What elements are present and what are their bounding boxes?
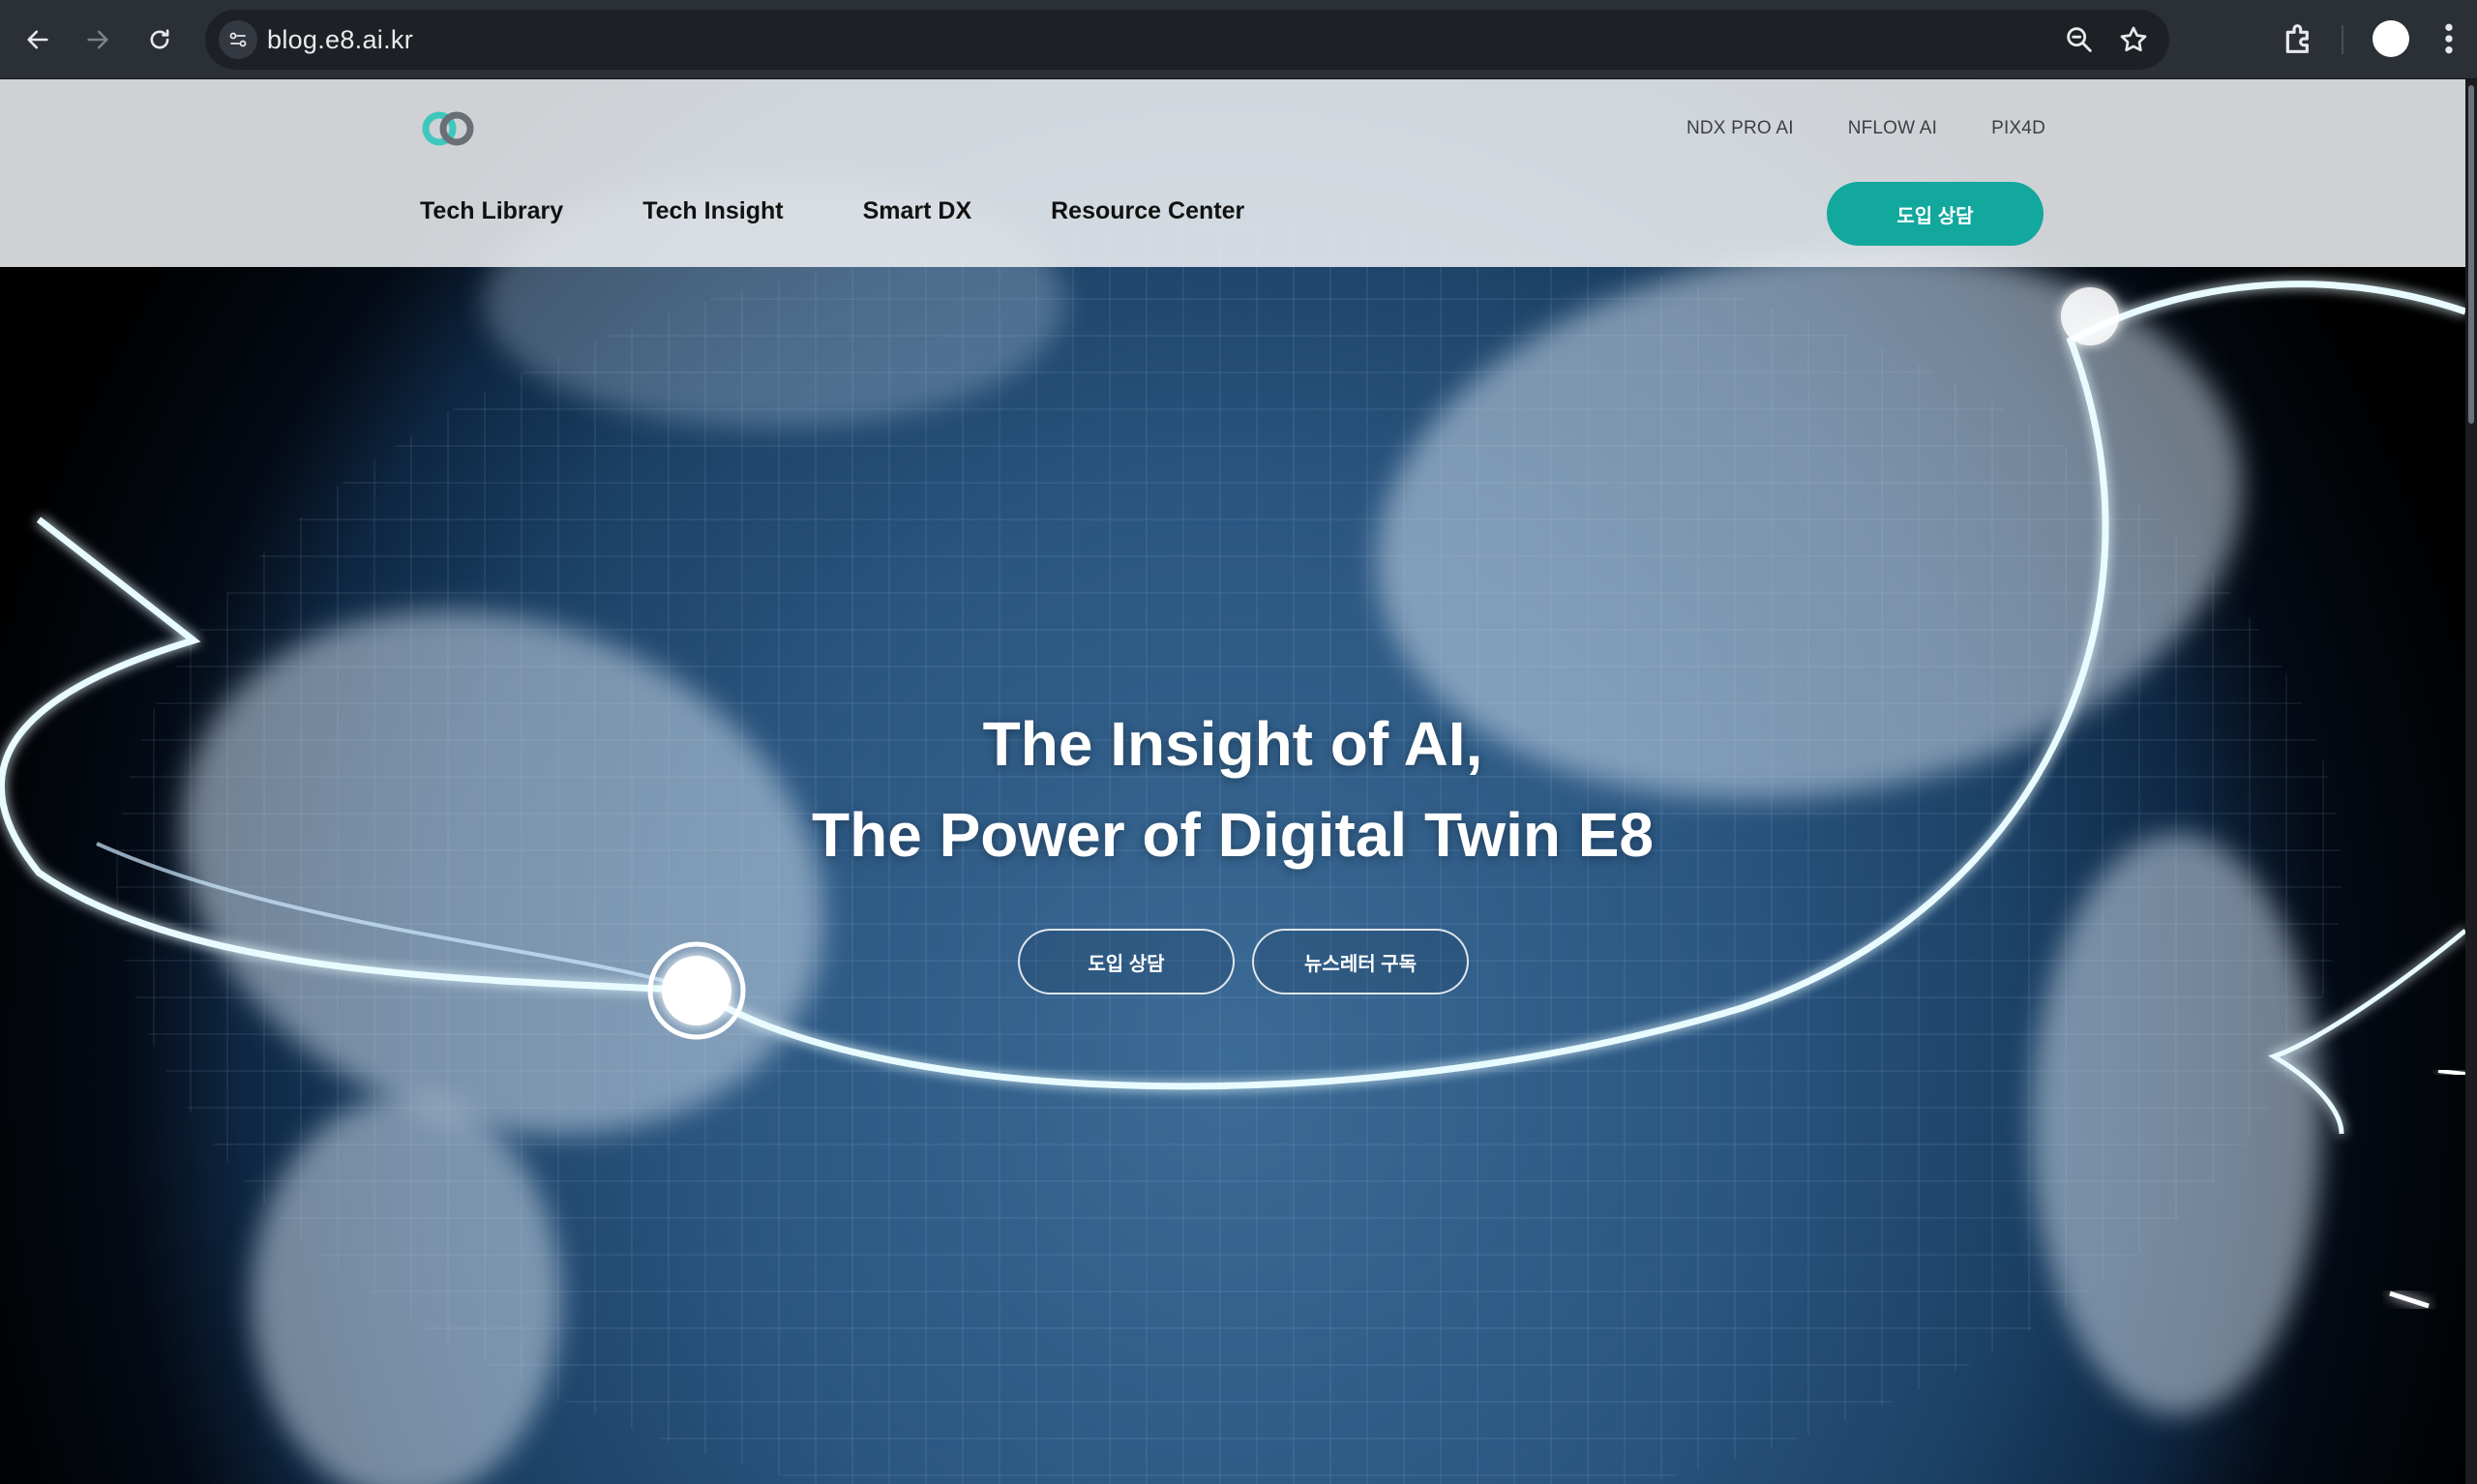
reload-button[interactable] <box>137 17 182 62</box>
globe-landmass-south-america-tip <box>252 1095 561 1484</box>
nav-item-smart-dx[interactable]: Smart DX <box>863 197 972 225</box>
bookmark-star-icon[interactable] <box>2117 23 2150 56</box>
utility-nav: NDX PRO AI NFLOW AI PIX4D <box>1686 118 2045 139</box>
util-link-ndx-pro-ai[interactable]: NDX PRO AI <box>1686 118 1794 139</box>
util-link-nflow-ai[interactable]: NFLOW AI <box>1848 118 1937 139</box>
browser-toolbar: blog.e8.ai.kr <box>0 0 2477 79</box>
hero-title-line2: The Power of Digital Twin E8 <box>812 800 1654 870</box>
page-scrollbar[interactable] <box>2465 79 2477 1484</box>
forward-button[interactable] <box>75 17 120 62</box>
zoom-icon[interactable] <box>2063 23 2096 56</box>
arrow-left-icon <box>27 30 48 49</box>
hero-buttons: 도입 상담 뉴스레터 구독 <box>1018 929 1469 994</box>
page-viewport: NDX PRO AI NFLOW AI PIX4D Tech Library T… <box>0 79 2465 1484</box>
util-link-pix4d[interactable]: PIX4D <box>1991 118 2045 139</box>
nav-item-tech-insight[interactable]: Tech Insight <box>642 197 783 225</box>
profile-avatar[interactable] <box>2373 20 2409 57</box>
arrow-right-icon <box>87 30 108 49</box>
header-consult-button[interactable]: 도입 상담 <box>1827 182 2044 246</box>
back-button[interactable] <box>15 17 60 62</box>
hero-title: The Insight of AI, The Power of Digital … <box>0 698 2465 880</box>
nav-item-tech-library[interactable]: Tech Library <box>420 197 563 225</box>
hero-consult-button[interactable]: 도입 상담 <box>1018 929 1235 994</box>
kebab-menu-icon[interactable] <box>2434 19 2463 58</box>
globe-landmass-africa-south <box>2032 834 2322 1414</box>
nav-item-resource-center[interactable]: Resource Center <box>1051 197 1244 225</box>
url-text[interactable]: blog.e8.ai.kr <box>267 25 413 55</box>
e8-logo[interactable] <box>418 108 480 149</box>
extensions-icon[interactable] <box>2280 19 2318 58</box>
hero-newsletter-button[interactable]: 뉴스레터 구독 <box>1252 929 1469 994</box>
toolbar-divider <box>2342 25 2343 54</box>
hero-title-line1: The Insight of AI, <box>982 709 1483 779</box>
main-nav: Tech Library Tech Insight Smart DX Resou… <box>420 197 1324 225</box>
site-header: NDX PRO AI NFLOW AI PIX4D Tech Library T… <box>0 79 2465 267</box>
reload-icon <box>150 29 169 49</box>
address-bar[interactable]: blog.e8.ai.kr <box>205 10 2169 70</box>
scrollbar-thumb[interactable] <box>2468 85 2474 424</box>
site-settings-icon[interactable] <box>219 20 257 59</box>
